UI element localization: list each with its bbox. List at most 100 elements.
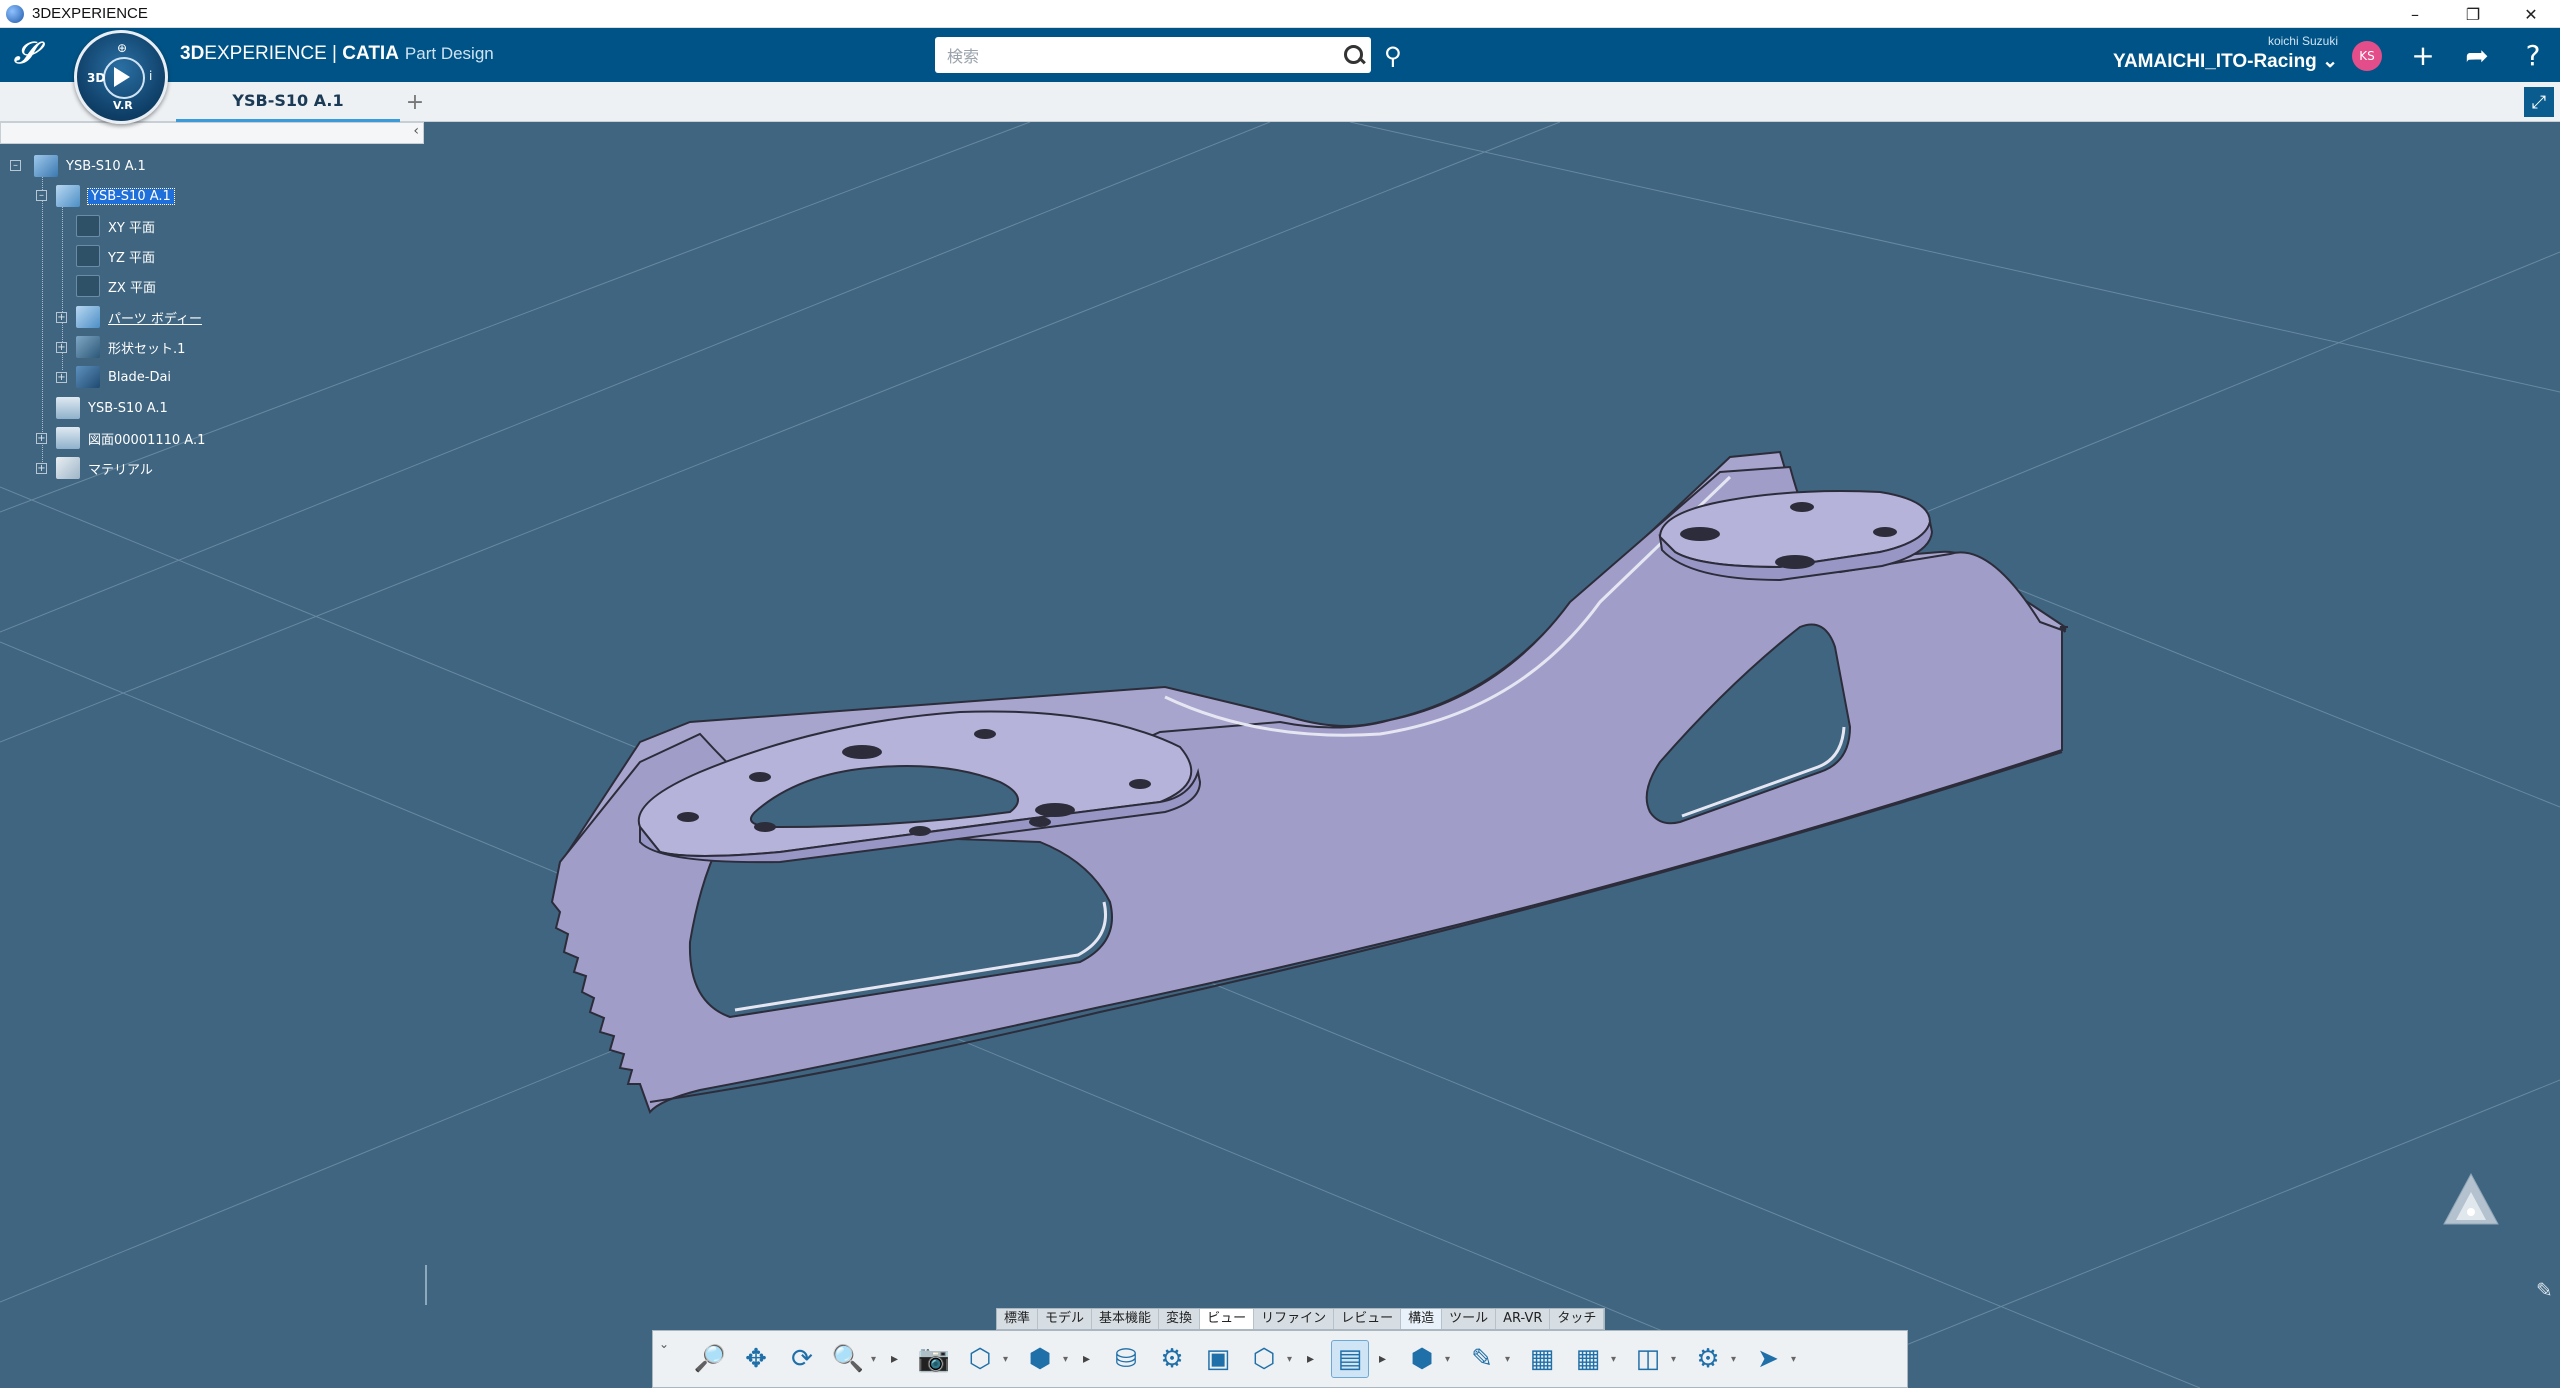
pan-icon[interactable]: ✥: [737, 1340, 775, 1378]
tree-node-part[interactable]: YSB-S10 A.1: [56, 182, 175, 210]
structure-icon[interactable]: ▤: [1331, 1340, 1369, 1378]
section-tab[interactable]: タッチ: [1550, 1309, 1605, 1329]
expand-node-icon[interactable]: +: [56, 342, 67, 353]
snap-icon[interactable]: ⚙: [1689, 1340, 1727, 1378]
fullscreen-icon[interactable]: ⤢: [2524, 87, 2554, 117]
expand-arrow-icon[interactable]: ▸: [1307, 1351, 1321, 1367]
tree-node-label: 図面00001110 A.1: [88, 432, 206, 448]
expand-node-icon[interactable]: +: [36, 433, 47, 444]
skate-blade-model[interactable]: [550, 450, 2068, 1114]
cube-view-icon[interactable]: ⬢: [1021, 1340, 1059, 1378]
tag-icon[interactable]: ⚲: [1384, 42, 1412, 70]
dropdown-arrow-icon[interactable]: ▾: [1505, 1354, 1515, 1365]
assembly-icon[interactable]: ▦: [1523, 1340, 1561, 1378]
expand-arrow-icon[interactable]: ▸: [891, 1351, 905, 1367]
expand-arrow-icon[interactable]: ▸: [1379, 1351, 1393, 1367]
tree-node-drawing-b[interactable]: 図面00001110 A.1: [56, 424, 205, 452]
tree-node-yz-plane[interactable]: YZ 平面: [76, 242, 155, 270]
rotate-icon[interactable]: ⟳: [783, 1340, 821, 1378]
zoom-area-icon[interactable]: 🔎: [691, 1340, 729, 1378]
expand-node-icon[interactable]: +: [36, 463, 47, 474]
tree-node-blade-dai[interactable]: Blade-Dai: [76, 363, 171, 391]
tree-node-zx-plane[interactable]: ZX 平面: [76, 272, 156, 300]
sketch-view-icon[interactable]: ✎: [1463, 1340, 1501, 1378]
drawing-icon: [56, 397, 80, 419]
restore-button[interactable]: ❐: [2444, 0, 2502, 28]
panel-splitter[interactable]: [425, 1265, 427, 1305]
dropdown-arrow-icon[interactable]: ▾: [871, 1354, 881, 1365]
3d-viewport[interactable]: [0, 122, 2560, 1388]
mesh-icon[interactable]: ▦: [1569, 1340, 1607, 1378]
close-button[interactable]: ✕: [2502, 0, 2560, 28]
collapse-node-icon[interactable]: –: [10, 160, 21, 171]
tree-node-root[interactable]: YSB-S10 A.1: [34, 152, 146, 180]
dropdown-arrow-icon[interactable]: ▾: [1731, 1354, 1741, 1365]
db-icon[interactable]: ⛁: [1107, 1340, 1145, 1378]
tree-node-geometrical-set[interactable]: 形状セット.1: [76, 333, 185, 361]
tree-node-drawing-a[interactable]: YSB-S10 A.1: [56, 394, 168, 422]
minimize-button[interactable]: –: [2386, 0, 2444, 28]
search-box[interactable]: 検索: [935, 37, 1371, 73]
tenant-selector[interactable]: YAMAICHI_ITO-Racing ⌄: [2113, 50, 2338, 73]
tree-node-xy-plane[interactable]: XY 平面: [76, 212, 155, 240]
tab-document[interactable]: YSB-S10 A.1: [176, 82, 400, 122]
render-icon[interactable]: ▣: [1199, 1340, 1237, 1378]
capture-icon[interactable]: 📷: [915, 1340, 953, 1378]
solid-cube-icon[interactable]: ⬢: [1403, 1340, 1441, 1378]
sketch-icon: [76, 366, 100, 388]
section-tab[interactable]: 基本機能: [1092, 1309, 1160, 1329]
dropdown-arrow-icon[interactable]: ▾: [1063, 1354, 1073, 1365]
orientation-compass-icon[interactable]: [2436, 1172, 2506, 1232]
section-tab[interactable]: レビュー: [1334, 1309, 1402, 1329]
add-icon[interactable]: +: [2406, 38, 2440, 72]
section-tab[interactable]: リファイン: [1254, 1309, 1335, 1329]
section-tab[interactable]: 変換: [1159, 1309, 1201, 1329]
zoom-icon[interactable]: 🔍: [829, 1340, 867, 1378]
play-icon[interactable]: [114, 67, 130, 87]
chevron-down-icon: ⌄: [2322, 51, 2338, 72]
search-icon[interactable]: [1335, 37, 1371, 73]
section-tab-active[interactable]: ビュー: [1200, 1309, 1255, 1329]
plane-icon: [76, 245, 100, 267]
wireframe-icon[interactable]: ⬡: [1245, 1340, 1283, 1378]
settings-icon[interactable]: ⚙: [1153, 1340, 1191, 1378]
section-icon[interactable]: ◫: [1629, 1340, 1667, 1378]
compass-widget[interactable]: 3D V.R ⊕ i: [74, 30, 168, 124]
expand-arrow-icon[interactable]: ▸: [1083, 1351, 1097, 1367]
add-tab-icon[interactable]: +: [400, 82, 430, 122]
dropdown-arrow-icon[interactable]: ▾: [1287, 1354, 1297, 1365]
compass-north-icon: ⊕: [117, 41, 128, 55]
window-title-bar: 3DEXPERIENCE – ❐ ✕: [0, 0, 2560, 28]
section-tab[interactable]: モデル: [1038, 1309, 1093, 1329]
tree-node-part-body[interactable]: パーツ ボディー: [76, 303, 202, 331]
collapse-tree-icon[interactable]: ‹: [413, 123, 419, 139]
section-tab[interactable]: 構造: [1401, 1309, 1443, 1329]
dropdown-arrow-icon[interactable]: ▾: [1671, 1354, 1681, 1365]
tenant-name: YAMAICHI_ITO-Racing: [2113, 51, 2317, 72]
part-icon: [56, 185, 80, 207]
tree-node-label: YSB-S10 A.1: [87, 187, 175, 205]
tree-node-label: Blade-Dai: [108, 369, 172, 385]
ds-logo-icon[interactable]: 𝒮: [14, 36, 58, 74]
avatar[interactable]: KS: [2352, 41, 2382, 71]
help-icon[interactable]: ?: [2516, 38, 2550, 72]
pencil-icon[interactable]: ✎: [2536, 1278, 2553, 1302]
section-tab[interactable]: 標準: [997, 1309, 1039, 1329]
measure-icon[interactable]: ➤: [1749, 1340, 1787, 1378]
dropdown-arrow-icon[interactable]: ▾: [1003, 1354, 1013, 1365]
share-icon[interactable]: ➦: [2460, 38, 2494, 72]
dropdown-arrow-icon[interactable]: ▾: [1791, 1354, 1801, 1365]
view-mode-icon[interactable]: ⬡: [961, 1340, 999, 1378]
user-info[interactable]: koichi Suzuki YAMAICHI_ITO-Racing ⌄: [2113, 34, 2338, 73]
tree-node-material[interactable]: マテリアル: [56, 454, 153, 482]
action-bar-menu-icon[interactable]: ⌄: [659, 1337, 675, 1353]
viewport-canvas[interactable]: [0, 122, 2560, 1388]
collapse-node-icon[interactable]: –: [36, 190, 47, 201]
section-tab[interactable]: AR-VR: [1496, 1309, 1551, 1329]
expand-node-icon[interactable]: +: [56, 372, 67, 383]
dropdown-arrow-icon[interactable]: ▾: [1611, 1354, 1621, 1365]
expand-node-icon[interactable]: +: [56, 312, 67, 323]
section-tab[interactable]: ツール: [1442, 1309, 1497, 1329]
search-input[interactable]: 検索: [935, 43, 1335, 67]
dropdown-arrow-icon[interactable]: ▾: [1445, 1354, 1455, 1365]
